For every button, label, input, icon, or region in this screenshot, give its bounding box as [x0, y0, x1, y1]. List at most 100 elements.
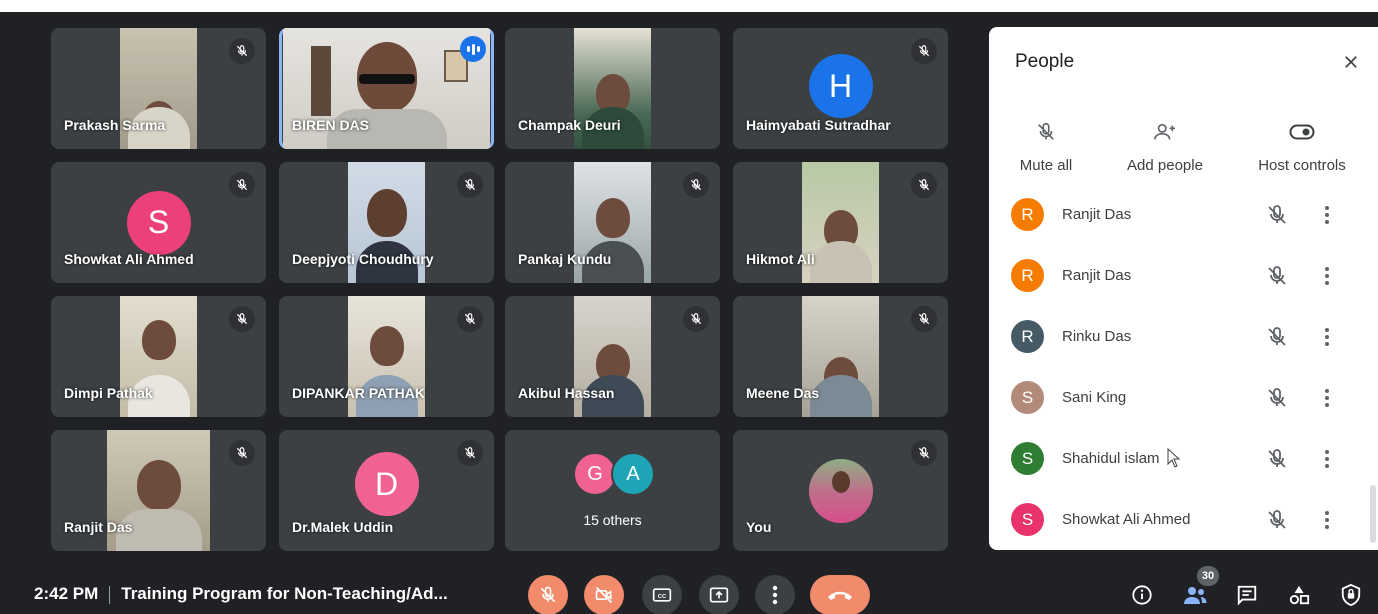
mic-off-icon[interactable] — [1265, 264, 1289, 288]
speaking-indicator-icon — [460, 36, 486, 62]
participant-tile[interactable]: D Dr.Malek Uddin — [279, 430, 494, 551]
participant-tile[interactable]: Meene Das — [733, 296, 948, 417]
people-icon — [1184, 587, 1207, 604]
self-avatar — [808, 458, 873, 523]
add-people-label: Add people — [1127, 157, 1203, 174]
mic-toggle-button[interactable] — [528, 575, 568, 614]
mute-all-label: Mute all — [1019, 157, 1073, 174]
mic-off-icon — [457, 306, 483, 332]
mic-off-icon — [1009, 119, 1083, 145]
participant-name: Haimyabati Sutradhar — [746, 117, 891, 133]
avatar: S — [1011, 442, 1044, 475]
avatar: H — [808, 54, 873, 118]
participant-list-item[interactable]: R Ranjit Das — [989, 246, 1378, 307]
host-controls-button[interactable]: Host controls — [1251, 119, 1353, 174]
mic-off-icon[interactable] — [1265, 325, 1289, 349]
avatar: D — [354, 452, 419, 516]
mic-off-icon — [683, 306, 709, 332]
more-vert-icon[interactable] — [1319, 447, 1335, 471]
mic-off-icon — [229, 440, 255, 466]
participant-list-item[interactable]: S Shahidul islam — [989, 429, 1378, 490]
mic-off-icon — [911, 38, 937, 64]
camera-off-icon — [595, 586, 613, 604]
mic-off-icon — [683, 172, 709, 198]
mic-off-icon — [540, 586, 556, 603]
participant-list-item[interactable]: R Rinku Das — [989, 307, 1378, 368]
people-panel: People Mute all Add people Host controls… — [989, 27, 1378, 550]
others-count-label: 15 others — [583, 512, 642, 528]
participant-name: You — [746, 519, 772, 535]
avatar: S — [126, 190, 191, 255]
participant-name: Ranjit Das — [1062, 267, 1132, 284]
participant-name: Pankaj Kundu — [518, 251, 612, 267]
self-tile[interactable]: You — [733, 430, 948, 551]
meeting-details: 2:42 PM Training Program for Non-Teaching… — [34, 584, 448, 604]
participant-tile[interactable]: Prakash Sarma — [51, 28, 266, 149]
mute-all-button[interactable]: Mute all — [1009, 119, 1083, 174]
participant-name: Sani King — [1062, 389, 1127, 406]
participant-name: Meene Das — [746, 385, 820, 401]
participant-tile-active-speaker[interactable]: BIREN DAS — [279, 28, 494, 149]
bottom-control-bar: 2:42 PM Training Program for Non-Teaching… — [0, 566, 1378, 614]
participant-name: Showkat Ali Ahmed — [1062, 511, 1191, 528]
present-icon — [709, 587, 729, 603]
participant-tile[interactable]: S Showkat Ali Ahmed — [51, 162, 266, 283]
participant-list-item[interactable]: S Showkat Ali Ahmed — [989, 490, 1378, 550]
mic-off-icon[interactable] — [1265, 447, 1289, 471]
avatar: R — [1011, 198, 1044, 231]
mic-off-icon — [229, 38, 255, 64]
participant-name: BIREN DAS — [292, 117, 370, 133]
avatar: R — [1011, 320, 1044, 353]
participant-tile[interactable]: Deepjyoti Choudhury — [279, 162, 494, 283]
leave-call-button[interactable] — [810, 575, 870, 614]
more-vert-icon[interactable] — [1319, 325, 1335, 349]
svg-text:CC: CC — [658, 594, 667, 600]
more-vert-icon[interactable] — [1319, 508, 1335, 532]
participant-tile[interactable]: Champak Deuri — [505, 28, 720, 149]
chat-icon — [1237, 585, 1257, 606]
closed-captions-icon: CC — [652, 588, 672, 602]
avatar: R — [1011, 259, 1044, 292]
participant-name: Dimpi Pathak — [64, 385, 153, 401]
participant-list-item[interactable]: R Ranjit Das — [989, 185, 1378, 246]
captions-button[interactable]: CC — [642, 575, 682, 614]
mouse-cursor-icon — [1167, 447, 1181, 473]
hang-up-icon — [828, 591, 852, 600]
camera-toggle-button[interactable] — [584, 575, 624, 614]
participant-tile[interactable]: Pankaj Kundu — [505, 162, 720, 283]
host-controls-shield-button[interactable] — [1337, 581, 1365, 609]
panel-title: People — [1015, 51, 1075, 72]
add-people-button[interactable]: Add people — [1117, 119, 1213, 174]
participant-tile[interactable]: Dimpi Pathak — [51, 296, 266, 417]
more-vert-icon[interactable] — [1319, 203, 1335, 227]
participant-tile[interactable]: Akibul Hassan — [505, 296, 720, 417]
participant-tile[interactable]: DIPANKAR PATHAK — [279, 296, 494, 417]
present-screen-button[interactable] — [699, 575, 739, 614]
participant-tile[interactable]: Ranjit Das — [51, 430, 266, 551]
more-options-button[interactable] — [755, 575, 795, 614]
mic-off-icon[interactable] — [1265, 203, 1289, 227]
info-icon — [1132, 585, 1152, 605]
participant-tile[interactable]: Hikmot Ali — [733, 162, 948, 283]
toggle-icon — [1251, 119, 1353, 145]
current-time: 2:42 PM — [34, 584, 99, 603]
more-vert-icon — [772, 585, 778, 605]
meeting-title[interactable]: Training Program for Non-Teaching/Ad... — [121, 584, 447, 603]
mic-off-icon — [229, 172, 255, 198]
more-vert-icon[interactable] — [1319, 386, 1335, 410]
close-icon[interactable] — [1338, 49, 1364, 75]
others-tile[interactable]: G A 15 others — [505, 430, 720, 551]
more-vert-icon[interactable] — [1319, 264, 1335, 288]
participant-list-item[interactable]: S Sani King — [989, 368, 1378, 429]
participant-tile[interactable]: H Haimyabati Sutradhar — [733, 28, 948, 149]
mic-off-icon[interactable] — [1265, 508, 1289, 532]
window-top-strip — [0, 0, 1378, 12]
meeting-info-button[interactable] — [1128, 581, 1156, 609]
activities-button[interactable] — [1285, 581, 1313, 609]
activities-icon — [1289, 585, 1310, 605]
avatar: S — [1011, 503, 1044, 536]
chat-button[interactable] — [1233, 581, 1261, 609]
mic-off-icon[interactable] — [1265, 386, 1289, 410]
avatar: S — [1011, 381, 1044, 414]
scrollbar[interactable] — [1370, 485, 1376, 543]
